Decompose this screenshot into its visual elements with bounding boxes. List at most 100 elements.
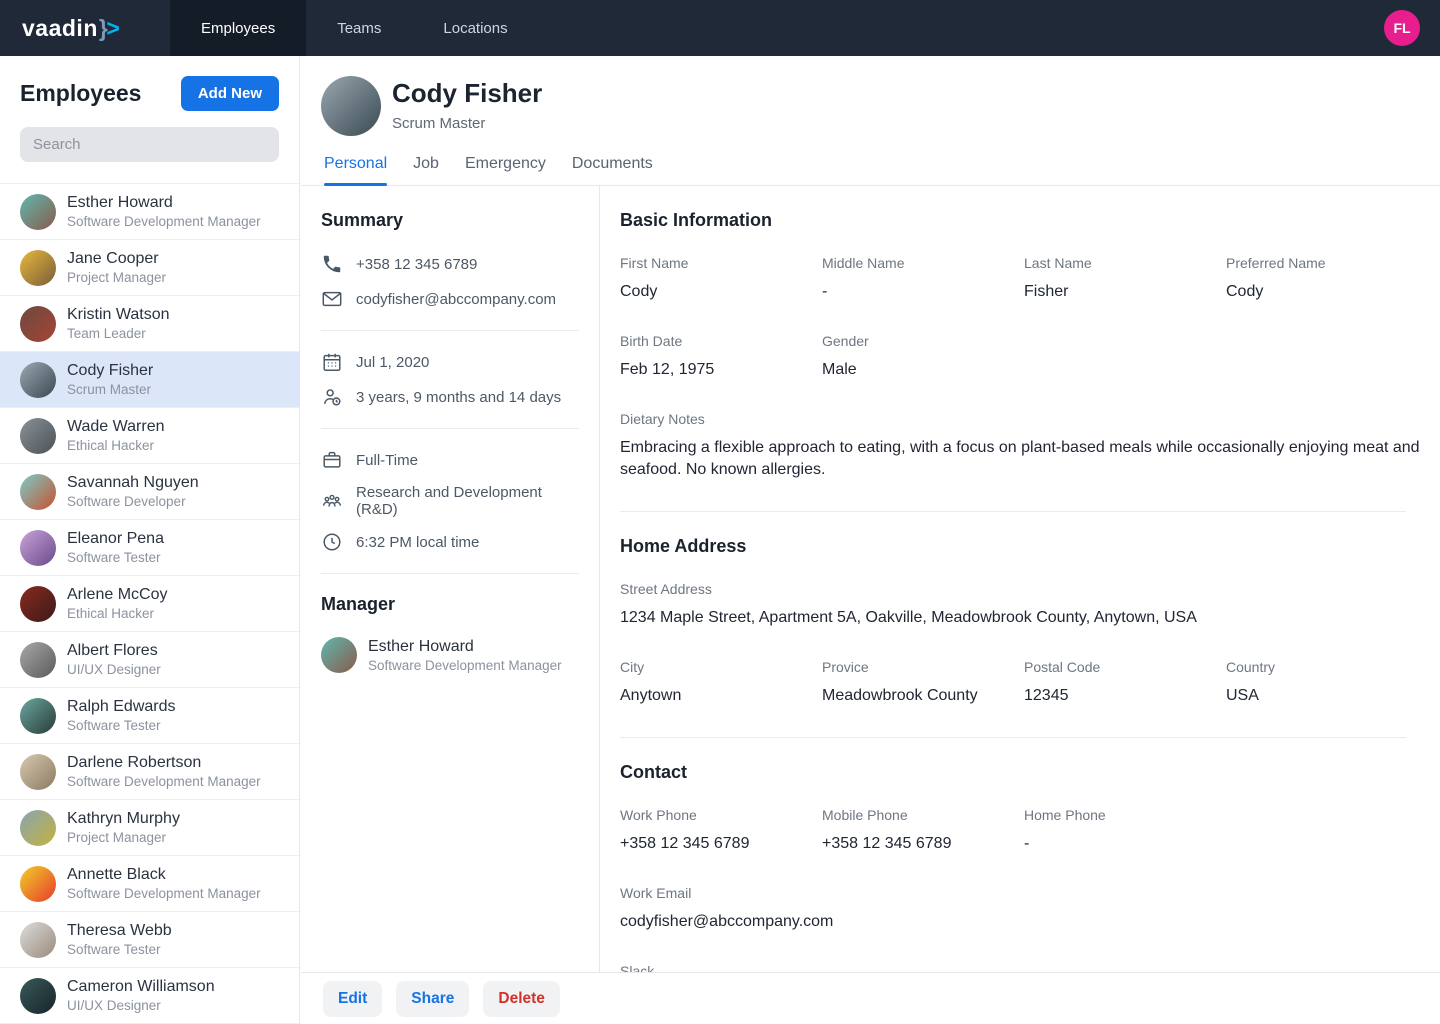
- summary-phone-value: +358 12 345 6789: [356, 256, 477, 273]
- tab-emergency[interactable]: Emergency: [465, 155, 546, 185]
- employee-name: Arlene McCoy: [67, 586, 167, 604]
- employee-list-item[interactable]: Wade Warren Ethical Hacker: [0, 408, 299, 464]
- team-group-icon: [321, 490, 343, 512]
- employee-sidebar: Employees Add New Esther Howard Software…: [0, 56, 300, 1024]
- tab-job[interactable]: Job: [413, 155, 439, 185]
- field-label: Street Address: [620, 581, 1428, 597]
- summary-local-time-value: 6:32 PM local time: [356, 534, 479, 551]
- field-value: Fisher: [1024, 281, 1226, 303]
- employee-name: Eleanor Pena: [67, 530, 164, 548]
- employee-role: Software Tester: [67, 942, 172, 957]
- employee-list-item[interactable]: Jane Cooper Project Manager: [0, 240, 299, 296]
- employee-name: Cameron Williamson: [67, 978, 215, 996]
- employee-list-item[interactable]: Kathryn Murphy Project Manager: [0, 800, 299, 856]
- nav-tab-teams[interactable]: Teams: [306, 0, 412, 56]
- employee-list-item[interactable]: Esther Howard Software Development Manag…: [0, 184, 299, 240]
- employee-name: Ralph Edwards: [67, 698, 176, 716]
- field-label: Mobile Phone: [822, 807, 1024, 823]
- field-value: Anytown: [620, 685, 822, 707]
- field-label: Work Email: [620, 885, 1428, 901]
- person-clock-icon: [321, 386, 343, 408]
- field-mobile-phone: Mobile Phone +358 12 345 6789: [822, 807, 1024, 855]
- employee-avatar: [20, 698, 56, 734]
- employee-role: UI/UX Designer: [67, 998, 215, 1013]
- employee-list-item[interactable]: Annette Black Software Development Manag…: [0, 856, 299, 912]
- field-label: Home Phone: [1024, 807, 1226, 823]
- edit-button[interactable]: Edit: [323, 981, 382, 1017]
- tab-documents[interactable]: Documents: [572, 155, 653, 185]
- employee-list-item[interactable]: Arlene McCoy Ethical Hacker: [0, 576, 299, 632]
- employee-list-item[interactable]: Eleanor Pena Software Tester: [0, 520, 299, 576]
- profile-name: Cody Fisher: [392, 78, 542, 109]
- phone-icon: [321, 253, 343, 275]
- field-value: Cody: [620, 281, 822, 303]
- employee-role: Software Tester: [67, 550, 164, 565]
- employee-avatar: [20, 362, 56, 398]
- employee-role: Ethical Hacker: [67, 438, 165, 453]
- field-value: +358 12 345 6789: [620, 833, 822, 855]
- employee-list-item[interactable]: Ralph Edwards Software Tester: [0, 688, 299, 744]
- employee-avatar: [20, 250, 56, 286]
- employee-list-item[interactable]: Cameron Williamson UI/UX Designer: [0, 968, 299, 1024]
- field-value: Embracing a flexible approach to eating,…: [620, 437, 1428, 481]
- field-first-name: First Name Cody: [620, 255, 822, 303]
- summary-email-value: codyfisher@abccompany.com: [356, 291, 556, 308]
- add-new-button[interactable]: Add New: [181, 76, 279, 111]
- nav-tab-employees[interactable]: Employees: [170, 0, 306, 56]
- tab-personal[interactable]: Personal: [324, 155, 387, 185]
- search-input[interactable]: [20, 127, 279, 162]
- employee-role: Software Development Manager: [67, 886, 261, 901]
- field-label: Dietary Notes: [620, 411, 1428, 427]
- employee-role: Scrum Master: [67, 382, 153, 397]
- employee-role: Software Development Manager: [67, 214, 261, 229]
- field-province: Provice Meadowbrook County: [822, 659, 1024, 707]
- employee-name: Savannah Nguyen: [67, 474, 199, 492]
- field-middle-name: Middle Name -: [822, 255, 1024, 303]
- employee-avatar: [20, 474, 56, 510]
- employee-list-item[interactable]: Darlene Robertson Software Development M…: [0, 744, 299, 800]
- profile-role: Scrum Master: [392, 115, 485, 132]
- manager-role: Software Development Manager: [368, 658, 562, 673]
- employee-list-item[interactable]: Cody Fisher Scrum Master: [0, 352, 299, 408]
- section-divider: [620, 737, 1406, 738]
- calendar-icon: [321, 351, 343, 373]
- summary-employment-type-value: Full-Time: [356, 452, 418, 469]
- employee-list-item[interactable]: Kristin Watson Team Leader: [0, 296, 299, 352]
- employee-avatar: [20, 642, 56, 678]
- employee-list-item[interactable]: Albert Flores UI/UX Designer: [0, 632, 299, 688]
- employee-avatar: [20, 754, 56, 790]
- summary-heading: Summary: [321, 210, 579, 231]
- summary-department: Research and Development (R&D): [321, 484, 579, 518]
- employee-list-item[interactable]: Theresa Webb Software Tester: [0, 912, 299, 968]
- delete-button[interactable]: Delete: [483, 981, 560, 1017]
- field-value: 1234 Maple Street, Apartment 5A, Oakvill…: [620, 607, 1428, 629]
- field-gender: Gender Male: [822, 333, 1024, 381]
- summary-start-date: Jul 1, 2020: [321, 351, 579, 373]
- employee-role: Software Tester: [67, 718, 176, 733]
- field-label: Postal Code: [1024, 659, 1226, 675]
- logo-chevron-icon: >: [106, 15, 120, 42]
- field-preferred-name: Preferred Name Cody: [1226, 255, 1428, 303]
- employee-list-item[interactable]: Savannah Nguyen Software Developer: [0, 464, 299, 520]
- field-label: Country: [1226, 659, 1428, 675]
- employee-name: Cody Fisher: [67, 362, 153, 380]
- manager-heading: Manager: [321, 594, 579, 615]
- employee-avatar: [20, 530, 56, 566]
- field-street-address: Street Address 1234 Maple Street, Apartm…: [620, 581, 1428, 629]
- summary-department-value: Research and Development (R&D): [356, 484, 579, 518]
- share-button[interactable]: Share: [396, 981, 469, 1017]
- manager-card[interactable]: Esther Howard Software Development Manag…: [321, 637, 579, 673]
- home-address-heading: Home Address: [620, 536, 1406, 557]
- basic-info-heading: Basic Information: [620, 210, 1406, 231]
- summary-divider: [321, 330, 579, 331]
- field-label: Provice: [822, 659, 1024, 675]
- employee-name: Albert Flores: [67, 642, 161, 660]
- nav-tab-locations[interactable]: Locations: [412, 0, 538, 56]
- action-bar: Edit Share Delete: [301, 972, 1440, 1024]
- field-dietary-notes: Dietary Notes Embracing a flexible appro…: [620, 411, 1428, 481]
- employee-list: Esther Howard Software Development Manag…: [0, 183, 299, 1024]
- field-value: -: [1024, 833, 1226, 855]
- field-label: Birth Date: [620, 333, 822, 349]
- employee-name: Kathryn Murphy: [67, 810, 180, 828]
- user-avatar-badge[interactable]: FL: [1384, 10, 1420, 46]
